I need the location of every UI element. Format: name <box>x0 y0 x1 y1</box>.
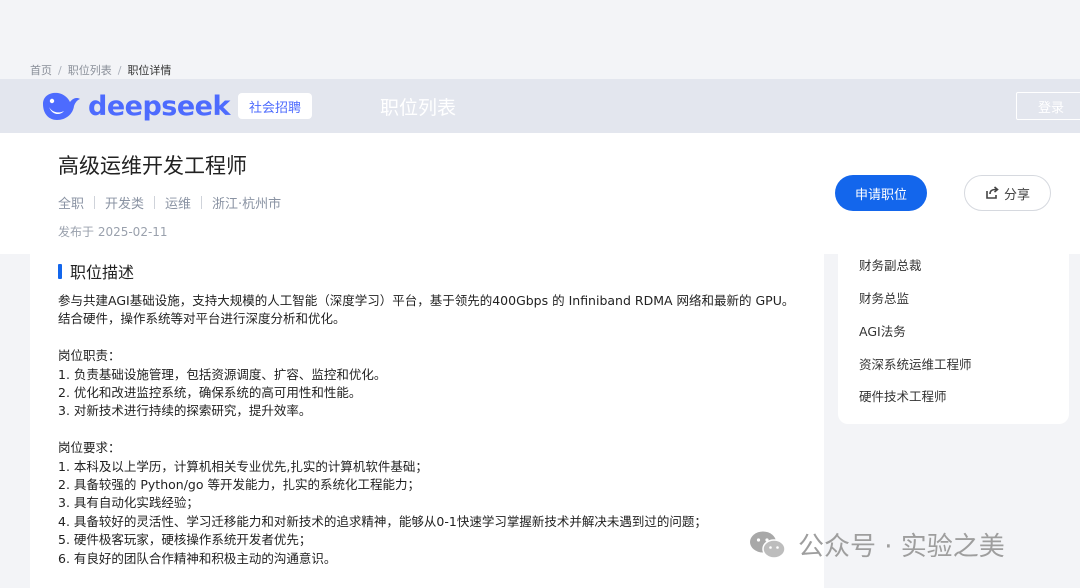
logo-text: deepseek <box>88 90 230 122</box>
related-job-item[interactable]: 财务总监 <box>859 288 909 307</box>
description-line: 参与共建AGI基础设施，支持大规模的人工智能（深度学习）平台，基于领先的400G… <box>58 293 795 308</box>
job-title: 高级运维开发工程师 <box>58 154 247 178</box>
share-icon <box>986 186 999 199</box>
description-line: 2. 具备较强的 Python/go 等开发能力，扎实的系统化工程能力； <box>58 477 420 493</box>
watermark-text: 公众号 · 实验之美 <box>798 532 1005 562</box>
job-location: 浙江·杭州市 <box>212 197 282 212</box>
breadcrumb-job-list[interactable]: 职位列表 <box>68 62 112 78</box>
job-category: 开发类 <box>105 197 145 212</box>
job-type: 全职 <box>58 197 85 212</box>
breadcrumb-current: 职位详情 <box>127 64 172 77</box>
description-line: 结合硬件，操作系统等对平台进行深度分析和优化。 <box>58 311 346 327</box>
share-label: 分享 <box>1003 187 1030 203</box>
social-recruitment-badge[interactable]: 社会招聘 <box>238 93 313 119</box>
section-title: 职位描述 <box>58 259 134 283</box>
description-line: 5. 硬件极客玩家，硬核操作系统开发者优先； <box>58 532 312 548</box>
meta-divider <box>94 196 96 209</box>
related-job-item[interactable]: 资深系统运维工程师 <box>859 354 972 373</box>
site-header: deepseek 社会招聘 职位列表 登录 <box>0 79 1080 133</box>
description-line: 岗位要求： <box>58 440 121 456</box>
description-line: 4. 具备较好的灵活性、学习迁移能力和对新技术的追求精神，能够从0-1快速学习掌… <box>58 513 707 529</box>
login-button[interactable]: 登录 <box>1016 92 1080 120</box>
whale-logo-icon <box>43 92 80 120</box>
job-header-card: 高级运维开发工程师 全职 开发类 运维 浙江·杭州市 发布于 2025-02-1… <box>0 133 1080 254</box>
job-description-panel: 职位描述 参与共建AGI基础设施，支持大规模的人工智能（深度学习）平台，基于领先… <box>30 254 824 588</box>
wechat-icon <box>750 531 786 559</box>
related-jobs-sidebar: 财务副总裁 财务总监 AGI法务 资深系统运维工程师 硬件技术工程师 <box>838 254 1069 424</box>
description-line: 3. 对新技术进行持续的探索研究，提升效率。 <box>58 403 312 419</box>
section-title-text: 职位描述 <box>70 263 135 282</box>
wechat-watermark: 公众号 · 实验之美 <box>748 526 1005 563</box>
breadcrumb-separator: / <box>117 63 122 77</box>
job-subcategory: 运维 <box>165 197 192 212</box>
meta-divider <box>201 196 203 209</box>
breadcrumb-separator: / <box>58 63 62 77</box>
description-line: 3. 具有自动化实践经验； <box>58 495 199 511</box>
description-line: 6. 有良好的团队合作精神和积极主动的沟通意识。 <box>58 550 337 566</box>
publish-date: 发布于 2025-02-11 <box>58 225 168 239</box>
section-title-accent <box>58 263 62 279</box>
description-line: 岗位职责： <box>58 348 121 364</box>
breadcrumb: 首页 / 职位列表 / 职位详情 <box>30 62 171 78</box>
description-line: 2. 优化和改进监控系统，确保系统的高可用性和性能。 <box>58 385 362 401</box>
breadcrumb-home[interactable]: 首页 <box>30 62 52 78</box>
share-button[interactable]: 分享 <box>964 175 1051 211</box>
related-job-item[interactable]: 硬件技术工程师 <box>859 386 947 405</box>
description-body: 参与共建AGI基础设施，支持大规模的人工智能（深度学习）平台，基于领先的400G… <box>58 292 798 568</box>
deepseek-logo[interactable]: deepseek <box>40 89 230 123</box>
description-line: 1. 本科及以上学历，计算机相关专业优先,扎实的计算机软件基础； <box>58 458 428 474</box>
job-meta: 全职 开发类 运维 浙江·杭州市 <box>58 193 281 212</box>
meta-divider <box>154 196 156 209</box>
related-job-item[interactable]: AGI法务 <box>859 321 906 340</box>
nav-job-list[interactable]: 职位列表 <box>380 93 456 120</box>
description-line: 1. 负责基础设施管理，包括资源调度、扩容、监控和优化。 <box>58 366 387 382</box>
apply-button[interactable]: 申请职位 <box>835 175 927 211</box>
related-job-item[interactable]: 财务副总裁 <box>859 255 922 274</box>
